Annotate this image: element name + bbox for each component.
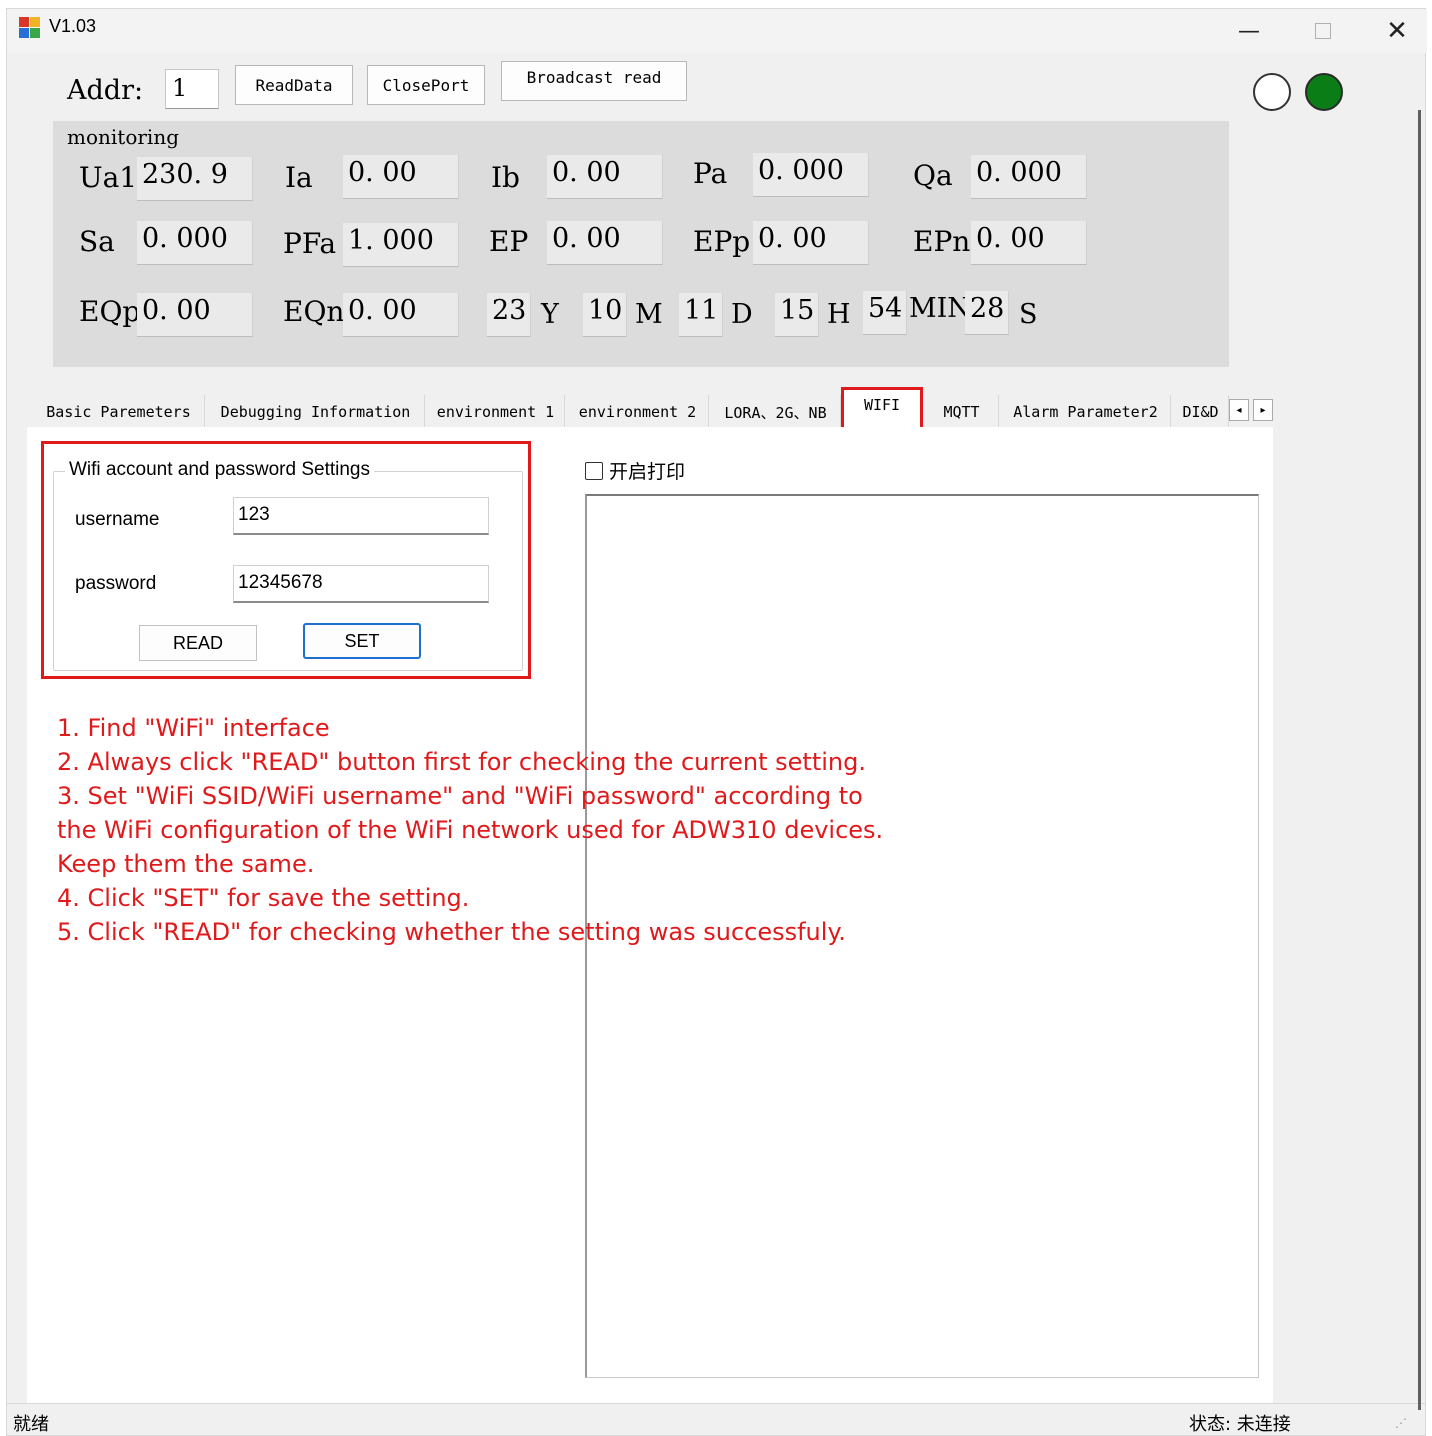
tab-strip: Basic Paremeters Debugging Information e… [33,387,1275,431]
tab-mqtt[interactable]: MQTT [925,395,999,429]
eqp-field[interactable]: 0. 00 [137,293,253,337]
minute-field[interactable]: 54 [863,291,907,335]
eqn-field[interactable]: 0. 00 [343,293,459,337]
tab-di-d[interactable]: DI&D [1173,395,1229,429]
maximize-icon [1315,23,1331,39]
pfa-label: PFa [283,227,337,260]
hour-unit: H [827,299,851,330]
title-bar: V1.03 — ✕ [7,9,1427,53]
instruction-line: 5. Click "READ" for checking whether the… [57,918,846,946]
month-field[interactable]: 10 [583,293,627,337]
ua1-field[interactable]: 230. 9 [137,157,253,201]
tab-debugging-information[interactable]: Debugging Information [207,395,425,429]
pa-field[interactable]: 0. 000 [753,153,869,197]
epp-label: EPp [693,225,751,258]
eqn-label: EQn [283,295,345,328]
ua1-label: Ua1 [79,161,138,194]
tab-scroll-left-icon[interactable]: ◂ [1229,399,1249,421]
epp-field[interactable]: 0. 00 [753,221,869,265]
epn-label: EPn [913,225,971,258]
wifi-settings-title: Wifi account and password Settings [65,459,374,481]
instruction-line: 1. Find "WiFi" interface [57,714,330,742]
status-ready: 就绪 [13,1414,49,1435]
monitoring-panel: monitoring Ua1 230. 9 Ia 0. 00 Ib 0. 00 … [53,121,1229,367]
print-toggle[interactable]: 开启打印 [585,457,685,484]
sa-field[interactable]: 0. 000 [137,221,253,265]
instruction-line: 4. Click "SET" for save the setting. [57,884,470,912]
tab-lora-2g-nb[interactable]: LORA、2G、NB [711,395,841,429]
tab-scroll-right-icon[interactable]: ▸ [1253,399,1273,421]
tab-environment-2[interactable]: environment 2 [567,395,709,429]
eqp-label: EQp [79,295,141,328]
sa-label: Sa [79,225,115,258]
addr-label: Addr: [67,75,144,106]
scrollbar[interactable] [1418,110,1421,1410]
pa-label: Pa [693,157,728,190]
ib-label: Ib [491,161,520,194]
broadcast-read-button[interactable]: Broadcast read [501,61,687,101]
tab-environment-1[interactable]: environment 1 [427,395,565,429]
password-label: password [75,573,157,594]
epn-field[interactable]: 0. 00 [971,221,1087,265]
status-led-on [1305,73,1343,111]
maximize-button[interactable] [1293,11,1353,51]
readdata-button[interactable]: ReadData [235,65,353,105]
closeport-button[interactable]: ClosePort [367,65,485,105]
hour-field[interactable]: 15 [775,293,819,337]
year-field[interactable]: 23 [487,293,531,337]
monitoring-title: monitoring [67,125,180,149]
print-label: 开启打印 [609,461,686,483]
instructions-annotation: 1. Find "WiFi" interface 2. Always click… [57,711,957,949]
pfa-field[interactable]: 1. 000 [343,223,459,267]
tab-wifi[interactable]: WIFI [841,387,923,431]
ia-field[interactable]: 0. 00 [343,155,459,199]
tab-alarm-parameter2[interactable]: Alarm Parameter2 [1001,395,1171,429]
second-unit: S [1019,299,1038,330]
app-icon [19,17,41,39]
window-title: V1.03 [49,16,97,36]
instruction-line: the WiFi configuration of the WiFi netwo… [57,816,884,844]
ia-label: Ia [285,161,313,194]
qa-label: Qa [913,159,953,192]
day-field[interactable]: 11 [679,293,723,337]
instruction-line: 2. Always click "READ" button first for … [57,748,866,776]
qa-field[interactable]: 0. 000 [971,155,1087,199]
close-button[interactable]: ✕ [1367,11,1427,51]
minimize-button[interactable]: — [1219,11,1279,51]
print-checkbox[interactable] [585,461,603,480]
ep-label: EP [489,225,529,258]
close-icon: ✕ [1386,16,1408,46]
day-unit: D [731,299,753,330]
set-button[interactable]: SET [303,623,421,659]
connection-status: 状态: 未连接 [1189,1414,1291,1435]
ib-field[interactable]: 0. 00 [547,155,663,199]
username-input[interactable]: 123 [233,497,489,535]
minimize-icon: — [1238,18,1260,44]
resize-grip-icon[interactable]: ⋰ [1395,1416,1407,1430]
read-button[interactable]: READ [139,625,257,661]
second-field[interactable]: 28 [965,291,1009,335]
year-unit: Y [541,299,559,330]
instruction-line: Keep them the same. [57,850,315,878]
minute-unit: MIN [909,293,971,324]
month-unit: M [635,299,663,330]
ep-field[interactable]: 0. 00 [547,221,663,265]
addr-input[interactable]: 1 [165,69,219,109]
main-content: Addr: 1 ReadData ClosePort Broadcast rea… [7,53,1425,1403]
username-label: username [75,509,160,530]
instruction-line: 3. Set "WiFi SSID/WiFi username" and "Wi… [57,782,863,810]
status-led-off [1253,73,1291,111]
app-window: V1.03 — ✕ Addr: 1 ReadData ClosePort Bro… [6,8,1427,1436]
password-input[interactable]: 12345678 [233,565,489,603]
status-bar: 就绪 状态: 未连接 ⋰ [7,1403,1425,1435]
tab-basic-parameters[interactable]: Basic Paremeters [33,395,205,429]
